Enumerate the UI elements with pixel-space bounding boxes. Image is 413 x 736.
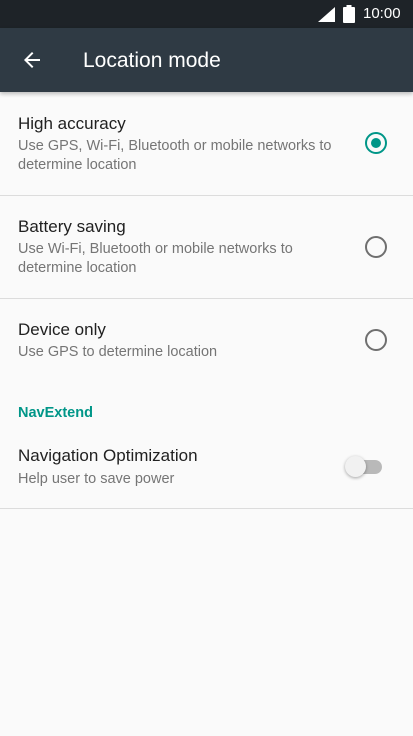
- mode-summary: Use GPS, Wi-Fi, Bluetooth or mobile netw…: [18, 138, 332, 173]
- mode-high-accuracy[interactable]: High accuracy Use GPS, Wi-Fi, Bluetooth …: [0, 92, 413, 195]
- mode-label: Device only: [18, 320, 106, 339]
- radio-button[interactable]: [365, 329, 387, 351]
- battery-icon: [343, 5, 355, 23]
- mode-battery-saving[interactable]: Battery saving Use Wi-Fi, Bluetooth or m…: [0, 196, 413, 299]
- app-bar: Location mode: [0, 28, 413, 92]
- radio-button[interactable]: [365, 236, 387, 258]
- switch-thumb: [345, 456, 366, 477]
- divider: [0, 508, 413, 509]
- mode-label: Battery saving: [18, 217, 126, 236]
- radio-button-checked[interactable]: [365, 132, 387, 154]
- navigation-optimization-item[interactable]: Navigation Optimization Help user to sav…: [0, 432, 413, 508]
- mode-summary: Use GPS to determine location: [18, 344, 218, 360]
- mode-label: High accuracy: [18, 114, 126, 133]
- signal-icon: [318, 7, 335, 22]
- status-bar: 10:00: [0, 0, 413, 28]
- page-title: Location mode: [83, 49, 221, 72]
- section-header-navextend: NavExtend: [18, 405, 93, 421]
- setting-summary: Help user to save power: [18, 471, 175, 487]
- navigation-optimization-switch[interactable]: [345, 455, 383, 479]
- setting-label: Navigation Optimization: [18, 446, 198, 465]
- mode-summary: Use Wi-Fi, Bluetooth or mobile networks …: [18, 241, 293, 276]
- arrow-left-icon[interactable]: [18, 46, 46, 74]
- status-time: 10:00: [363, 5, 401, 22]
- mode-device-only[interactable]: Device only Use GPS to determine locatio…: [0, 299, 413, 384]
